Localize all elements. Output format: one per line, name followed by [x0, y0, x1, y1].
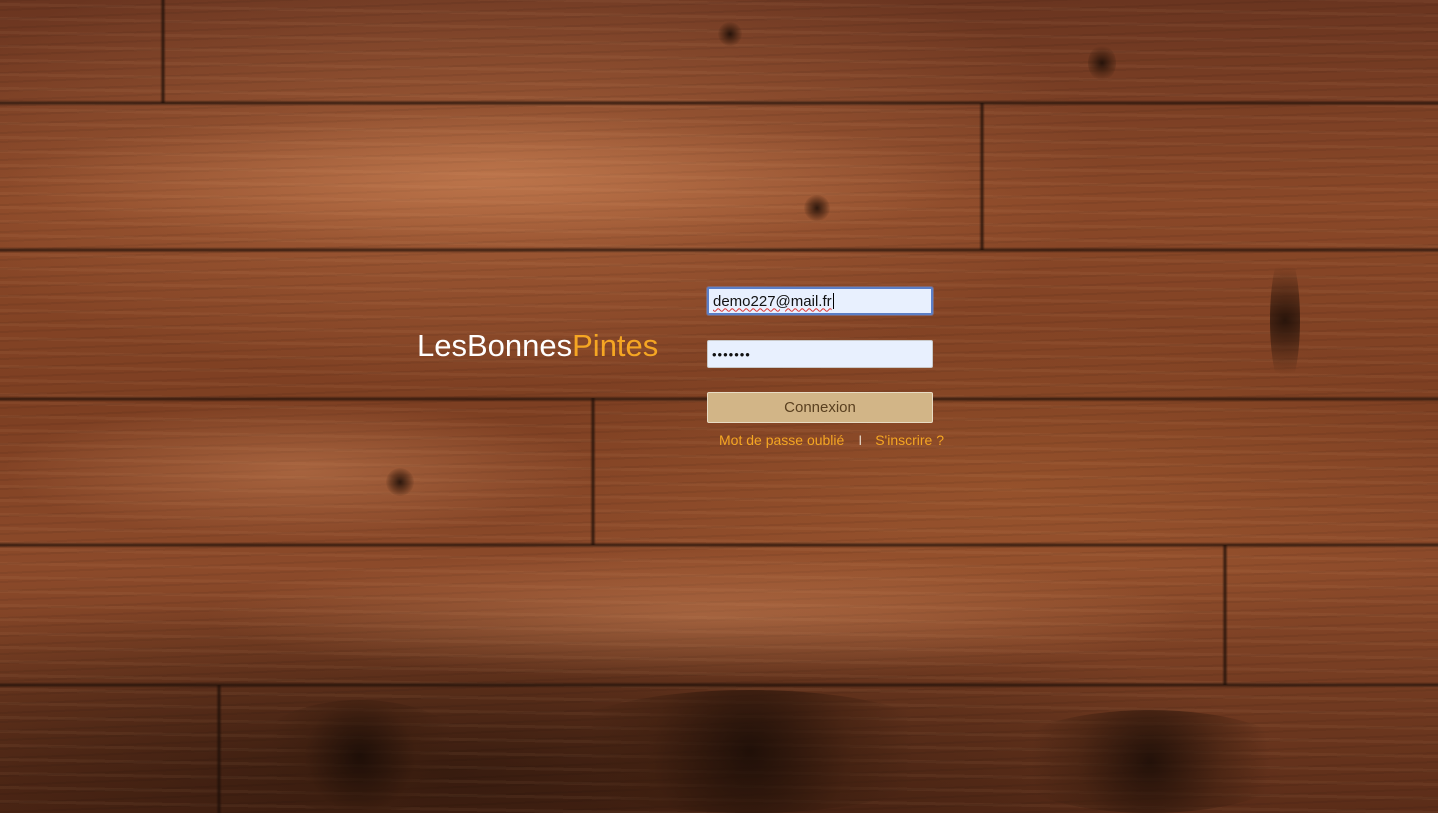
password-field[interactable]: •••••••: [707, 340, 933, 368]
auth-links: Mot de passe oublié I S'inscrire ?: [719, 431, 944, 449]
text-caret: [832, 293, 834, 309]
forgot-password-link[interactable]: Mot de passe oublié: [719, 432, 844, 448]
wood-highlight: [0, 110, 980, 250]
signup-link[interactable]: S'inscrire ?: [875, 432, 944, 448]
plank-seam: [160, 0, 166, 103]
plank-seam: [1222, 545, 1228, 685]
wood-knot: [1088, 45, 1116, 81]
plank-seam: [979, 103, 985, 250]
wood-knot: [1000, 710, 1300, 813]
logo-text-main: LesBonnes: [417, 328, 573, 363]
wood-plank: [0, 250, 1438, 398]
wood-knot: [386, 468, 414, 496]
email-field[interactable]: demo227@mail.fr: [707, 287, 933, 315]
login-button[interactable]: Connexion: [707, 392, 933, 423]
plank-seam: [590, 398, 596, 545]
plank-seam: [0, 100, 1438, 106]
plank-seam: [0, 247, 1438, 253]
wood-highlight: [0, 400, 600, 540]
email-value: demo227@mail.fr: [713, 292, 832, 310]
link-separator: I: [858, 432, 863, 448]
wood-knot: [1270, 250, 1300, 390]
logo-text-accent: Pintes: [572, 328, 659, 363]
wood-knot: [804, 195, 830, 221]
wood-knot: [540, 690, 960, 813]
wood-knot: [718, 22, 742, 46]
plank-seam: [216, 685, 222, 813]
wood-highlight: [200, 550, 1200, 680]
wood-plank: [0, 0, 1438, 105]
site-logo: LesBonnesPintes: [417, 328, 658, 364]
wood-knot: [250, 700, 470, 813]
password-value: •••••••: [712, 346, 751, 362]
